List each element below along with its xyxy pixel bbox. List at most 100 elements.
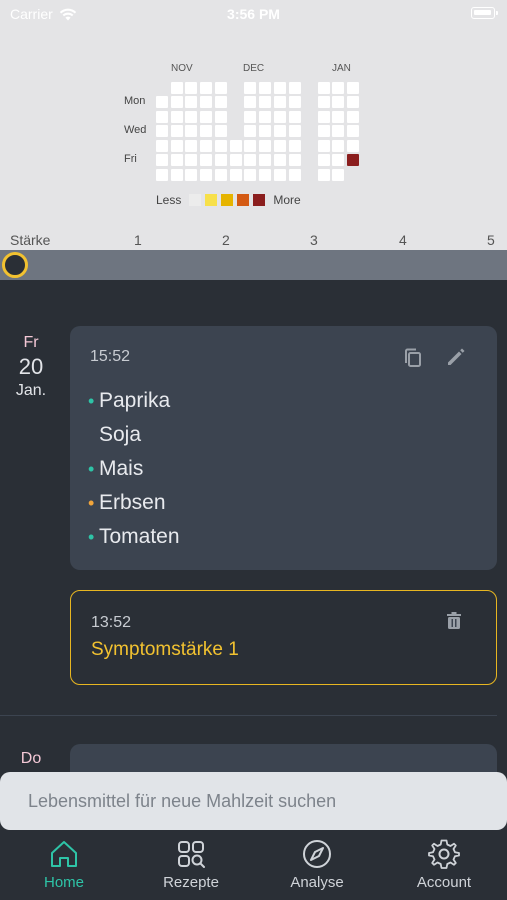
food-name: Erbsen	[99, 491, 166, 514]
legend-less-label: Less	[156, 193, 182, 207]
edit-icon[interactable]	[444, 345, 468, 369]
heatmap-cell	[289, 111, 301, 123]
heatmap-cell	[156, 96, 168, 108]
heatmap-cell	[259, 111, 271, 123]
heatmap-cell	[274, 154, 286, 166]
heatmap-cell	[244, 140, 256, 152]
heatmap-cell	[289, 154, 301, 166]
scale-tick: 4	[399, 232, 407, 248]
heatmap-cell	[259, 96, 271, 108]
scale-tick: 2	[222, 232, 230, 248]
heatmap-cell	[332, 82, 344, 94]
heatmap-cell	[171, 125, 183, 137]
scale-tick: 1	[134, 232, 142, 248]
tab-account[interactable]: Account	[389, 838, 499, 898]
tab-label: Home	[43, 874, 84, 891]
heatmap-cell	[318, 140, 330, 152]
tab-label: Analyse	[290, 874, 344, 891]
day-header: Do	[0, 750, 62, 768]
food-name: Paprika	[99, 389, 171, 412]
heatmap-cell	[332, 140, 344, 152]
heatmap-cell	[318, 125, 330, 137]
month-label: JAN	[332, 63, 351, 74]
heatmap-cell	[215, 96, 227, 108]
heatmap-cell	[332, 154, 344, 166]
heatmap-cell	[347, 154, 359, 166]
heatmap-cell	[347, 96, 359, 108]
heatmap-cell	[156, 154, 168, 166]
heatmap-cell	[230, 154, 242, 166]
weekday-label: Fri	[124, 153, 137, 165]
heatmap-cell	[332, 125, 344, 137]
legend-swatch	[253, 194, 266, 206]
tab-bar: Home Rezepte Analyse Account	[0, 830, 507, 900]
heatmap-cell	[259, 82, 271, 94]
heatmap-cell	[274, 96, 286, 108]
heatmap-cell	[200, 111, 212, 123]
heatmap-cell	[156, 140, 168, 152]
heatmap-cell	[289, 169, 301, 181]
tab-analyse[interactable]: Analyse	[262, 838, 372, 898]
heatmap-cell	[200, 82, 212, 94]
copy-icon[interactable]	[401, 346, 425, 370]
heatmap-cell	[215, 169, 227, 181]
heatmap-cell	[215, 125, 227, 137]
heatmap-cell	[171, 140, 183, 152]
weekday-label: Wed	[124, 124, 147, 136]
food-item: Soja	[88, 418, 180, 452]
legend-swatch	[221, 194, 234, 206]
food-dot: •	[88, 527, 95, 547]
heatmap-cell	[274, 82, 286, 94]
food-search-bar[interactable]	[0, 772, 507, 830]
heatmap-cell	[289, 96, 301, 108]
heatmap-cell	[185, 125, 197, 137]
heatmap-cell	[171, 154, 183, 166]
heatmap-cell	[332, 96, 344, 108]
heatmap-cell	[185, 96, 197, 108]
heatmap-cell	[347, 125, 359, 137]
month-label: NOV	[171, 63, 193, 74]
day-month: Jan.	[15, 382, 47, 399]
battery-icon	[471, 7, 498, 19]
symptom-time: 13:52	[91, 614, 132, 631]
scale-label: Stärke	[10, 232, 51, 248]
heatmap-cell	[289, 82, 301, 94]
heatmap-cell	[185, 111, 197, 123]
heatmap-cell	[259, 125, 271, 137]
food-name: Soja	[99, 423, 142, 446]
symptom-card[interactable]: 13:52 Symptomstärke 1	[70, 590, 497, 685]
heatmap-cell	[171, 111, 183, 123]
food-item: • Mais	[88, 452, 180, 486]
food-search-input[interactable]	[0, 772, 507, 830]
heatmap-cell	[230, 140, 242, 152]
tab-rezepte[interactable]: Rezepte	[136, 838, 246, 898]
trash-icon[interactable]	[444, 611, 464, 636]
meal-time: 15:52	[90, 348, 131, 365]
food-name: Mais	[99, 457, 144, 480]
weekday-label: Mon	[124, 95, 146, 107]
legend-swatch	[205, 194, 218, 206]
heatmap-cell	[156, 111, 168, 123]
heatmap-cell	[289, 125, 301, 137]
day-number: 20	[18, 354, 44, 379]
day-header: Fr 20 Jan.	[0, 334, 62, 400]
food-dot: •	[88, 459, 95, 479]
heatmap-cell	[332, 111, 344, 123]
heatmap-cell	[347, 82, 359, 94]
activity-heatmap-panel: Carrier 3:56 PM NOV DEC JAN Mon Wed Fri …	[0, 0, 507, 250]
heatmap-cell	[259, 154, 271, 166]
heatmap-cell	[185, 169, 197, 181]
heatmap-cell	[332, 169, 344, 181]
meal-card[interactable]: 15:52 • Paprika Soja • Mais • Erbsen • Tomat…	[70, 326, 497, 570]
heatmap-cell	[171, 82, 183, 94]
gear-icon	[428, 839, 460, 869]
tab-home[interactable]: Home	[9, 838, 119, 898]
heatmap-cell	[215, 82, 227, 94]
heatmap-cell	[274, 169, 286, 181]
heatmap-cell	[215, 154, 227, 166]
slider-thumb[interactable]	[2, 252, 28, 278]
compass-icon	[303, 840, 331, 868]
heatmap-cell	[244, 111, 256, 123]
heatmap-cell	[347, 140, 359, 152]
strength-slider[interactable]	[0, 250, 507, 280]
